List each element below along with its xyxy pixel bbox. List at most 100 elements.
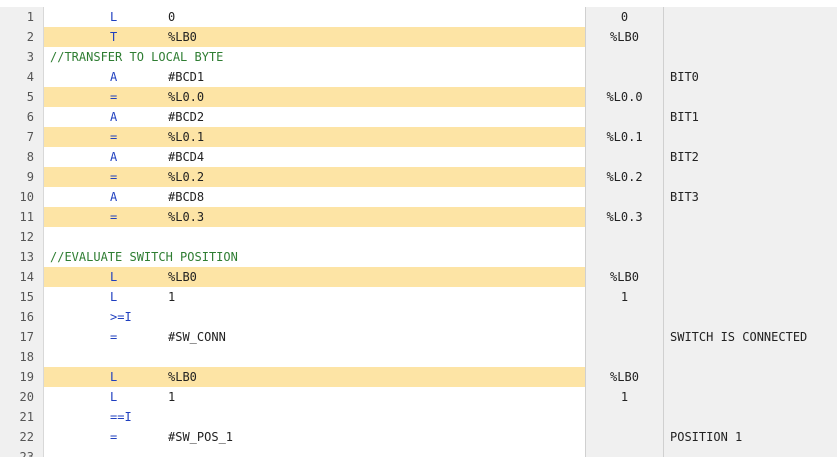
line-comment-cell[interactable]: BIT0	[664, 67, 837, 87]
line-comment-cell[interactable]: BIT1	[664, 107, 837, 127]
code-line[interactable]: 15 L 1 1	[0, 287, 837, 307]
code-cell[interactable]	[44, 347, 585, 367]
code-cell[interactable]: A #BCD8	[44, 187, 585, 207]
line-comment-cell[interactable]	[664, 207, 837, 227]
code-line[interactable]: 22 = #SW_POS_1 POSITION 1	[0, 427, 837, 447]
line-comment-cell[interactable]	[664, 27, 837, 47]
line-comment-cell[interactable]: BIT2	[664, 147, 837, 167]
line-number: 1	[0, 7, 44, 27]
code-line[interactable]: 6 A #BCD2 BIT1	[0, 107, 837, 127]
code-line[interactable]: 20 L 1 1	[0, 387, 837, 407]
line-number: 22	[0, 427, 44, 447]
operand: 0	[168, 10, 176, 24]
code-cell[interactable]: A #BCD4	[44, 147, 585, 167]
code-line[interactable]: 11 = %L0.3 %L0.3	[0, 207, 837, 227]
instruction: L	[110, 390, 118, 404]
instruction: =	[110, 330, 118, 344]
line-number: 19	[0, 367, 44, 387]
code-line[interactable]: 5 = %L0.0 %L0.0	[0, 87, 837, 107]
code-line[interactable]: 17 = #SW_CONN SWITCH IS CONNECTED	[0, 327, 837, 347]
instruction: ==I	[110, 410, 132, 424]
code-line[interactable]: 16 >=I	[0, 307, 837, 327]
value-cell	[585, 47, 664, 67]
code-cell[interactable]: ==I	[44, 407, 585, 427]
code-cell[interactable]: = %L0.1	[44, 127, 585, 147]
line-comment-cell[interactable]: POSITION 1	[664, 427, 837, 447]
code-cell[interactable]: //TRANSFER TO LOCAL BYTE	[44, 47, 585, 67]
code-line[interactable]: 13 //EVALUATE SWITCH POSITION	[0, 247, 837, 267]
stl-code-editor[interactable]: 1 L 0 0 2 T %LB0 %LB0 3//TRANSFER TO LOCAL BYTE 4…	[0, 0, 837, 457]
operand: 1	[168, 290, 176, 304]
code-cell[interactable]: = #SW_POS_1	[44, 427, 585, 447]
code-cell[interactable]: = %L0.3	[44, 207, 585, 227]
instruction: A	[110, 190, 118, 204]
value-cell: 0	[585, 7, 664, 27]
code-line[interactable]: 14 L %LB0 %LB0	[0, 267, 837, 287]
code-cell[interactable]	[44, 447, 585, 457]
operand: #BCD8	[168, 190, 205, 204]
code-line[interactable]: 10 A #BCD8 BIT3	[0, 187, 837, 207]
line-number: 2	[0, 27, 44, 47]
code-cell[interactable]: A #BCD2	[44, 107, 585, 127]
code-cell[interactable]: //EVALUATE SWITCH POSITION	[44, 247, 585, 267]
line-number: 11	[0, 207, 44, 227]
line-number: 8	[0, 147, 44, 167]
line-comment-cell[interactable]	[664, 407, 837, 427]
line-number: 21	[0, 407, 44, 427]
line-comment-cell[interactable]: SWITCH IS CONNECTED	[664, 327, 837, 347]
line-comment-cell[interactable]	[664, 347, 837, 367]
line-number: 23	[0, 447, 44, 457]
line-comment-cell[interactable]	[664, 447, 837, 457]
code-line[interactable]: 2 T %LB0 %LB0	[0, 27, 837, 47]
code-cell[interactable]: L0	[44, 7, 585, 27]
code-line[interactable]: 21 ==I	[0, 407, 837, 427]
line-comment-cell[interactable]	[664, 7, 837, 27]
code-line[interactable]: 4 A #BCD1 BIT0	[0, 67, 837, 87]
line-comment-cell[interactable]	[664, 87, 837, 107]
code-line[interactable]: 7 = %L0.1 %L0.1	[0, 127, 837, 147]
line-comment-cell[interactable]	[664, 267, 837, 287]
code-cell[interactable]: L %LB0	[44, 367, 585, 387]
code-line[interactable]: 23	[0, 447, 837, 457]
code-cell[interactable]: L1	[44, 287, 585, 307]
code-line[interactable]: 8 A #BCD4 BIT2	[0, 147, 837, 167]
operand: %LB0	[168, 30, 197, 44]
line-comment-cell[interactable]	[664, 47, 837, 67]
code-line[interactable]: 1L00	[0, 7, 837, 27]
code-line[interactable]: 18	[0, 347, 837, 367]
code-cell[interactable]: L1	[44, 387, 585, 407]
code-cell[interactable]	[44, 227, 585, 247]
line-comment-cell[interactable]	[664, 227, 837, 247]
line-comment-cell[interactable]	[664, 247, 837, 267]
line-comment-cell[interactable]	[664, 167, 837, 187]
code-cell[interactable]: >=I	[44, 307, 585, 327]
code-cell[interactable]: L %LB0	[44, 267, 585, 287]
code-cell[interactable]: = %L0.2	[44, 167, 585, 187]
code-cell[interactable]: A #BCD1	[44, 67, 585, 87]
operand: %L0.2	[168, 170, 205, 184]
line-comment-cell[interactable]	[664, 287, 837, 307]
instruction: =	[110, 90, 118, 104]
line-comment-cell[interactable]: BIT3	[664, 187, 837, 207]
code-cell[interactable]: = %L0.0	[44, 87, 585, 107]
line-comment-cell[interactable]	[664, 387, 837, 407]
code-line[interactable]: 19 L %LB0 %LB0	[0, 367, 837, 387]
value-cell	[585, 327, 664, 347]
value-cell	[585, 227, 664, 247]
line-number: 10	[0, 187, 44, 207]
code-cell[interactable]: = #SW_CONN	[44, 327, 585, 347]
code-line[interactable]: 3 //TRANSFER TO LOCAL BYTE	[0, 47, 837, 67]
line-comment-cell[interactable]	[664, 127, 837, 147]
line-comment-cell[interactable]	[664, 367, 837, 387]
instruction: A	[110, 110, 118, 124]
code-cell[interactable]: T %LB0	[44, 27, 585, 47]
operand: 1	[168, 390, 176, 404]
operand: #SW_POS_1	[168, 430, 234, 444]
code-line[interactable]: 12	[0, 227, 837, 247]
line-number: 3	[0, 47, 44, 67]
instruction: L	[110, 370, 118, 384]
line-comment-cell[interactable]	[664, 307, 837, 327]
operand: #BCD4	[168, 150, 205, 164]
code-line[interactable]: 9 = %L0.2 %L0.2	[0, 167, 837, 187]
line-number: 5	[0, 87, 44, 107]
